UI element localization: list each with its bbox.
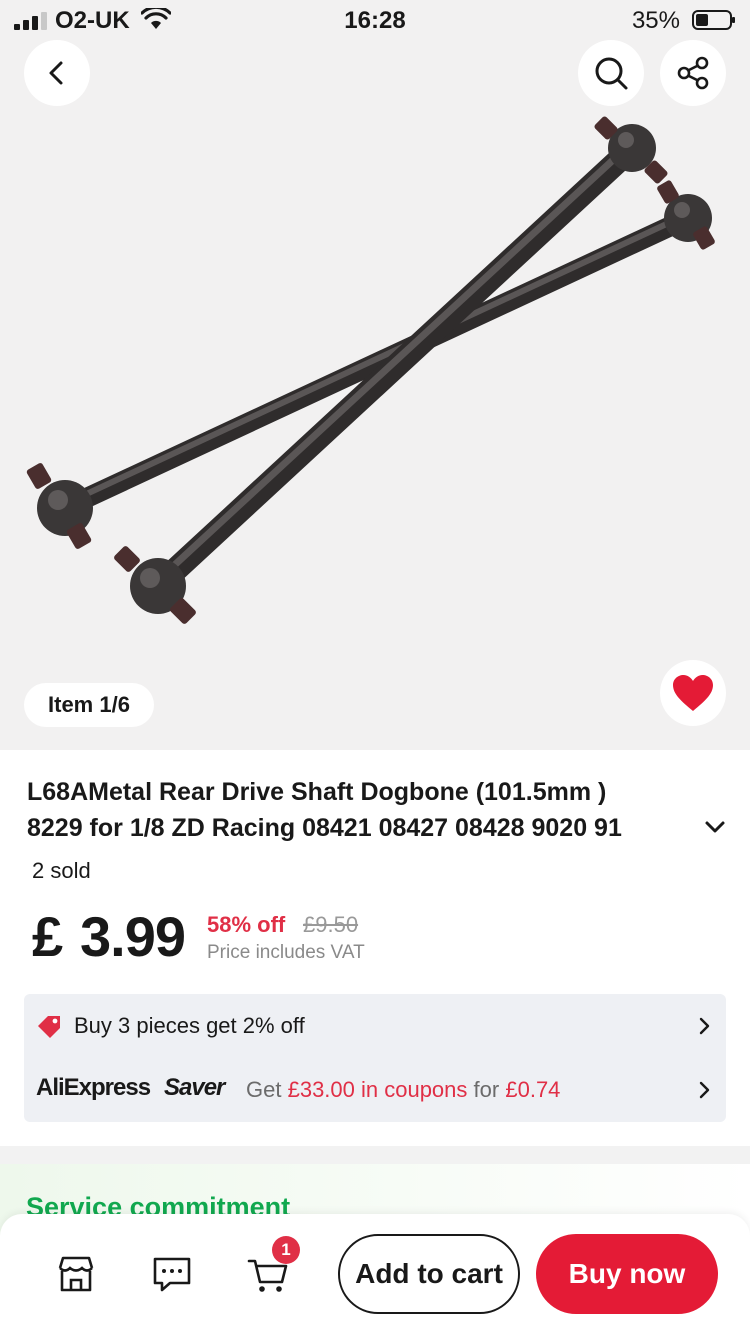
aliexpress-logo: AliExpress (36, 1074, 151, 1101)
price-currency: £ (32, 905, 64, 968)
wishlist-button[interactable] (660, 660, 726, 726)
buy-now-button[interactable]: Buy now (536, 1234, 718, 1314)
chevron-right-icon (699, 1081, 710, 1099)
battery-percent: 35% (631, 7, 680, 34)
back-button[interactable] (24, 40, 90, 106)
store-icon[interactable] (54, 1252, 98, 1296)
cart-count-badge: 1 (272, 1236, 300, 1264)
product-gallery[interactable]: Item 1/6 (0, 0, 750, 750)
section-divider (0, 1146, 750, 1164)
product-title[interactable]: L68AMetal Rear Drive Shaft Dogbone (101.… (27, 774, 707, 846)
chevron-down-icon[interactable] (700, 812, 730, 842)
price-value: 3.99 (80, 905, 186, 968)
coupon-prefix: Get (246, 1077, 282, 1102)
chevron-right-icon (699, 1017, 710, 1035)
product-title-line1: L68AMetal Rear Drive Shaft Dogbone (101.… (27, 778, 607, 806)
search-button[interactable] (578, 40, 644, 106)
search-icon (595, 57, 628, 90)
status-bar: O2-UK 16:28 35% (0, 0, 750, 40)
bundle-deal-row[interactable]: Buy 3 pieces get 2% off (24, 998, 726, 1054)
share-button[interactable] (660, 40, 726, 106)
bottom-action-bar: 1 Add to cart Buy now (0, 1214, 750, 1334)
coupon-price: £0.74 (505, 1077, 561, 1102)
coupon-row[interactable]: AliExpress Saver Get £33.00 in coupons f… (24, 1062, 726, 1118)
discount-badge: 58% off (207, 912, 286, 937)
message-icon[interactable] (150, 1252, 194, 1296)
original-price: £9.50 (303, 912, 359, 937)
image-counter: Item 1/6 (24, 683, 154, 727)
coupon-for: for (473, 1077, 500, 1102)
battery-icon (692, 10, 735, 30)
sold-count: 2 sold (32, 858, 91, 883)
share-icon (677, 56, 709, 90)
promotions-card: Buy 3 pieces get 2% off AliExpress Saver… (24, 994, 726, 1122)
title-fade (640, 810, 700, 846)
vat-note: Price includes VAT (207, 942, 365, 963)
bundle-deal-text: Buy 3 pieces get 2% off (74, 1013, 305, 1038)
saver-logo: Saver (164, 1074, 225, 1101)
heart-icon (673, 675, 713, 711)
add-to-cart-button[interactable]: Add to cart (338, 1234, 520, 1314)
back-icon (49, 61, 63, 85)
coupon-text: Get £33.00 in coupons for £0.74 (246, 1077, 560, 1103)
tag-icon (38, 1016, 60, 1038)
product-image[interactable] (0, 110, 750, 640)
product-title-line2: 8229 for 1/8 ZD Racing 08421 08427 08428… (27, 814, 622, 842)
coupon-amount: £33.00 in coupons (287, 1077, 468, 1102)
